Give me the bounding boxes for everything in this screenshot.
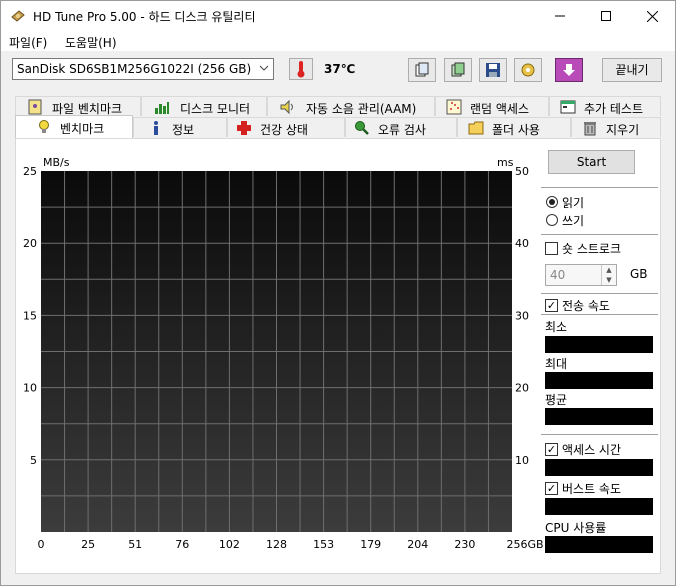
access-time-checkbox[interactable]: ✓ [545, 443, 558, 456]
short-stroke-label: 숏 스트로크 [562, 242, 622, 256]
y-right-tick-label: 40 [515, 237, 529, 250]
access-time-field [545, 459, 653, 476]
y-left-tick-label: 10 [23, 382, 37, 395]
x-tick-label: 51 [128, 538, 142, 551]
spin-down-icon[interactable]: ▼ [601, 275, 616, 285]
divider [541, 314, 658, 315]
grid-lines [41, 171, 512, 532]
spin-up-icon[interactable]: ▲ [601, 265, 616, 275]
x-tick-label: 153 [313, 538, 334, 551]
cpu-usage-label: CPU 사용률 [545, 521, 607, 535]
y-left-tick-label: 20 [23, 237, 37, 250]
transfer-rate-checkbox[interactable]: ✓ [545, 299, 558, 312]
stroke-size-value: 40 [550, 268, 566, 282]
x-tick-label: 102 [219, 538, 240, 551]
y-right-unit: ms [497, 156, 514, 169]
start-button[interactable]: Start [548, 150, 635, 174]
avg-label: 평균 [545, 393, 568, 407]
x-tick-label: 25 [81, 538, 95, 551]
divider [541, 234, 658, 235]
y-right-tick-label: 20 [515, 382, 529, 395]
x-tick-label: 256GB [506, 538, 543, 551]
x-tick-label: 179 [360, 538, 381, 551]
y-left-tick-label: 25 [23, 165, 37, 178]
check-mark-icon: ✓ [546, 443, 557, 456]
x-tick-label: 0 [38, 538, 45, 551]
write-label: 쓰기 [562, 214, 585, 228]
x-tick-label: 128 [266, 538, 287, 551]
max-value-field [545, 372, 653, 389]
max-label: 최대 [545, 357, 568, 371]
burst-rate-checkbox[interactable]: ✓ [545, 482, 558, 495]
divider [541, 187, 658, 188]
y-right-tick-label: 30 [515, 309, 529, 322]
transfer-rate-label: 전송 속도 [562, 299, 610, 313]
check-mark-icon: ✓ [546, 299, 557, 312]
divider [541, 293, 658, 294]
access-time-label: 액세스 시간 [562, 443, 622, 457]
app-window: HD Tune Pro 5.00 - 하드 디스크 유틸리티 파일(F) 도움말… [0, 0, 676, 586]
stroke-size-unit: GB [630, 267, 648, 281]
y-right-tick-label: 50 [515, 165, 529, 178]
avg-value-field [545, 408, 653, 425]
divider [541, 434, 658, 435]
read-label: 읽기 [562, 196, 585, 210]
x-tick-label: 204 [407, 538, 428, 551]
write-radio[interactable] [546, 214, 558, 226]
short-stroke-checkbox[interactable] [545, 242, 558, 255]
min-value-field [545, 336, 653, 353]
burst-rate-field [545, 498, 653, 515]
y-right-tick-label: 10 [515, 454, 529, 467]
cpu-usage-field [545, 536, 653, 553]
read-radio[interactable] [546, 196, 558, 208]
min-label: 최소 [545, 320, 568, 334]
burst-rate-label: 버스트 속도 [562, 482, 622, 496]
check-mark-icon: ✓ [546, 482, 557, 495]
y-left-tick-label: 15 [23, 309, 37, 322]
y-left-unit: MB/s [43, 156, 70, 169]
x-tick-label: 76 [175, 538, 189, 551]
y-left-tick-label: 5 [30, 454, 37, 467]
x-tick-label: 230 [454, 538, 475, 551]
stroke-size-stepper[interactable]: 40 ▲ ▼ [545, 264, 617, 286]
